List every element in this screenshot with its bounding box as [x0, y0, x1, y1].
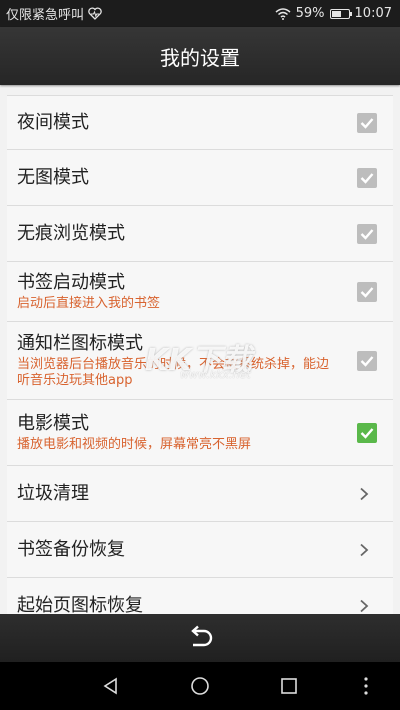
- setting-junk-cleanup[interactable]: 垃圾清理: [7, 466, 393, 522]
- chevron-right-icon: [360, 487, 369, 500]
- setting-title: 通知栏图标模式: [17, 332, 143, 354]
- carrier-text: 仅限紧急呼叫: [6, 8, 85, 23]
- chevron-right-icon: [360, 599, 369, 612]
- heart-pulse-icon: [88, 7, 102, 20]
- back-arrow-icon[interactable]: [186, 625, 214, 651]
- check-icon: [360, 427, 374, 439]
- status-left: 仅限紧急呼叫: [0, 4, 102, 23]
- setting-subtitle: 当浏览器后台播放音乐的时候，不会被系统杀掉，能边听音乐边玩其他app: [17, 356, 330, 388]
- title-bar: 我的设置: [0, 27, 400, 85]
- setting-title: 起始页图标恢复: [17, 594, 143, 615]
- setting-title: 书签启动模式: [17, 271, 125, 293]
- no-image-mode-checkbox[interactable]: [357, 167, 377, 188]
- battery-percent: 59%: [295, 6, 325, 21]
- setting-title: 夜间模式: [17, 111, 89, 133]
- chevron-right-icon: [360, 543, 369, 556]
- setting-title: 书签备份恢复: [17, 538, 125, 560]
- check-icon: [360, 228, 374, 240]
- setting-title: 电影模式: [17, 412, 89, 434]
- status-right: 59% 10:07: [275, 6, 400, 21]
- setting-night-mode[interactable]: 夜间模式: [7, 96, 393, 150]
- system-nav-bar: [0, 662, 400, 710]
- nav-recents-icon[interactable]: [280, 677, 298, 695]
- setting-bookmark-start-mode[interactable]: 书签启动模式 启动后直接进入我的书签: [7, 262, 393, 322]
- setting-title: 无图模式: [17, 166, 89, 188]
- settings-list[interactable]: 夜间模式 无图模式 无痕浏览模式 书签启动模式 启动后直接进入我的书签 通知栏图…: [7, 95, 393, 614]
- page-title: 我的设置: [160, 45, 240, 70]
- nav-back-icon[interactable]: [102, 677, 120, 695]
- nav-home-icon[interactable]: [190, 676, 210, 696]
- check-icon: [360, 172, 374, 184]
- night-mode-checkbox[interactable]: [357, 112, 377, 133]
- movie-mode-checkbox[interactable]: [357, 422, 377, 443]
- check-icon: [360, 286, 374, 298]
- notification-icon-mode-checkbox[interactable]: [357, 350, 377, 371]
- bookmark-start-mode-checkbox[interactable]: [357, 281, 377, 302]
- setting-notification-icon-mode[interactable]: 通知栏图标模式 当浏览器后台播放音乐的时候，不会被系统杀掉，能边听音乐边玩其他a…: [7, 322, 393, 400]
- setting-subtitle: 播放电影和视频的时候，屏幕常亮不黑屏: [17, 436, 252, 452]
- setting-bookmark-backup[interactable]: 书签备份恢复: [7, 522, 393, 578]
- check-icon: [360, 355, 374, 367]
- incognito-mode-checkbox[interactable]: [357, 223, 377, 244]
- setting-start-page-icon-restore[interactable]: 起始页图标恢复: [7, 578, 393, 614]
- setting-incognito-mode[interactable]: 无痕浏览模式: [7, 206, 393, 262]
- setting-movie-mode[interactable]: 电影模式 播放电影和视频的时候，屏幕常亮不黑屏: [7, 400, 393, 466]
- setting-title: 无痕浏览模式: [17, 222, 125, 244]
- wifi-icon: [275, 7, 291, 20]
- bottom-action-bar: [0, 614, 400, 662]
- setting-no-image-mode[interactable]: 无图模式: [7, 150, 393, 206]
- check-icon: [360, 117, 374, 129]
- nav-menu-icon[interactable]: [363, 676, 369, 696]
- setting-subtitle: 启动后直接进入我的书签: [17, 295, 161, 311]
- status-bar: 仅限紧急呼叫 59% 10:07: [0, 0, 400, 27]
- setting-title: 垃圾清理: [17, 482, 89, 504]
- battery-icon: [329, 8, 352, 19]
- clock: 10:07: [354, 6, 392, 21]
